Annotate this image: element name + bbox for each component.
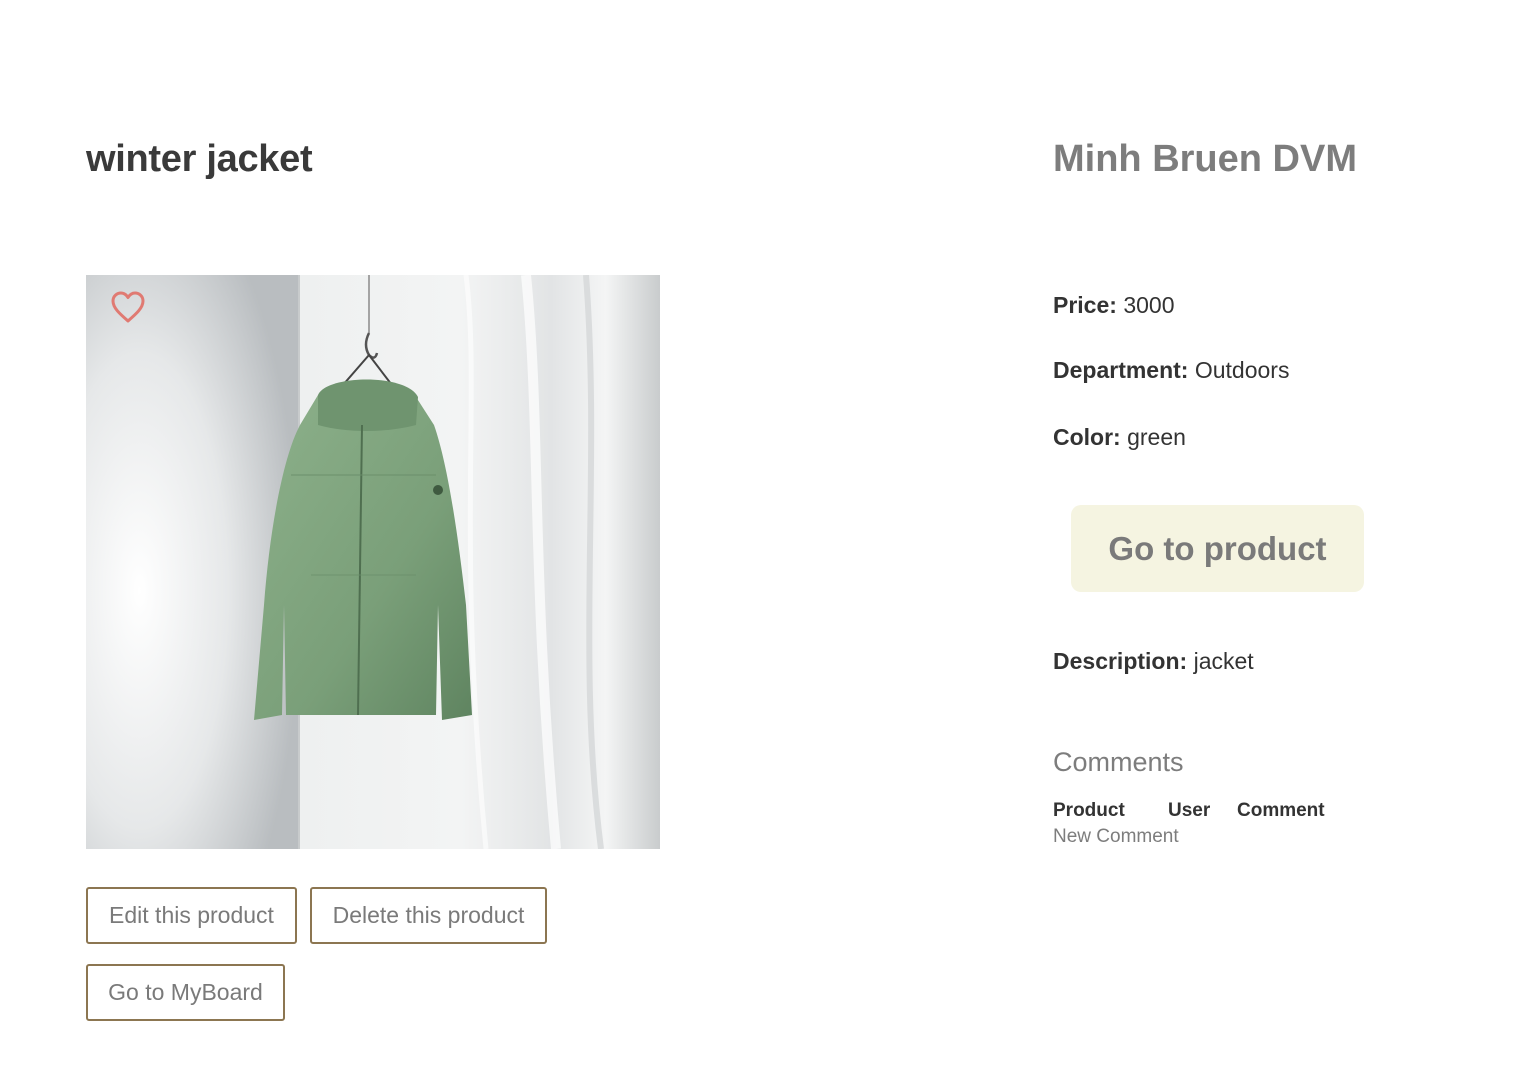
description-value: jacket bbox=[1193, 648, 1254, 674]
product-title: winter jacket bbox=[86, 138, 313, 180]
new-comment-link[interactable]: New Comment bbox=[1053, 826, 1179, 848]
description-label: Description: bbox=[1053, 648, 1188, 674]
department-value: Outdoors bbox=[1194, 357, 1290, 383]
comments-title: Comments bbox=[1053, 747, 1184, 777]
go-to-myboard-button[interactable]: Go to MyBoard bbox=[86, 964, 285, 1021]
price-label: Price: bbox=[1053, 292, 1117, 318]
color-row: Color: green bbox=[1053, 424, 1186, 451]
color-value: green bbox=[1127, 424, 1186, 450]
description-row: Description: jacket bbox=[1053, 648, 1254, 675]
product-page: winter jacket Edit this product Delete t… bbox=[0, 0, 1528, 1092]
comments-header-user: User bbox=[1168, 800, 1211, 821]
comments-header-comment: Comment bbox=[1237, 800, 1325, 821]
price-value: 3000 bbox=[1123, 292, 1175, 318]
heart-outline-icon[interactable] bbox=[110, 290, 146, 324]
product-image bbox=[86, 275, 660, 849]
department-row: Department: Outdoors bbox=[1053, 357, 1289, 384]
seller-name: Minh Bruen DVM bbox=[1053, 138, 1357, 180]
color-label: Color: bbox=[1053, 424, 1121, 450]
delete-product-button[interactable]: Delete this product bbox=[310, 887, 547, 944]
department-label: Department: bbox=[1053, 357, 1189, 383]
edit-product-button[interactable]: Edit this product bbox=[86, 887, 297, 944]
comments-header-product: Product bbox=[1053, 800, 1125, 821]
go-to-product-button[interactable]: Go to product bbox=[1071, 505, 1364, 592]
price-row: Price: 3000 bbox=[1053, 292, 1175, 319]
